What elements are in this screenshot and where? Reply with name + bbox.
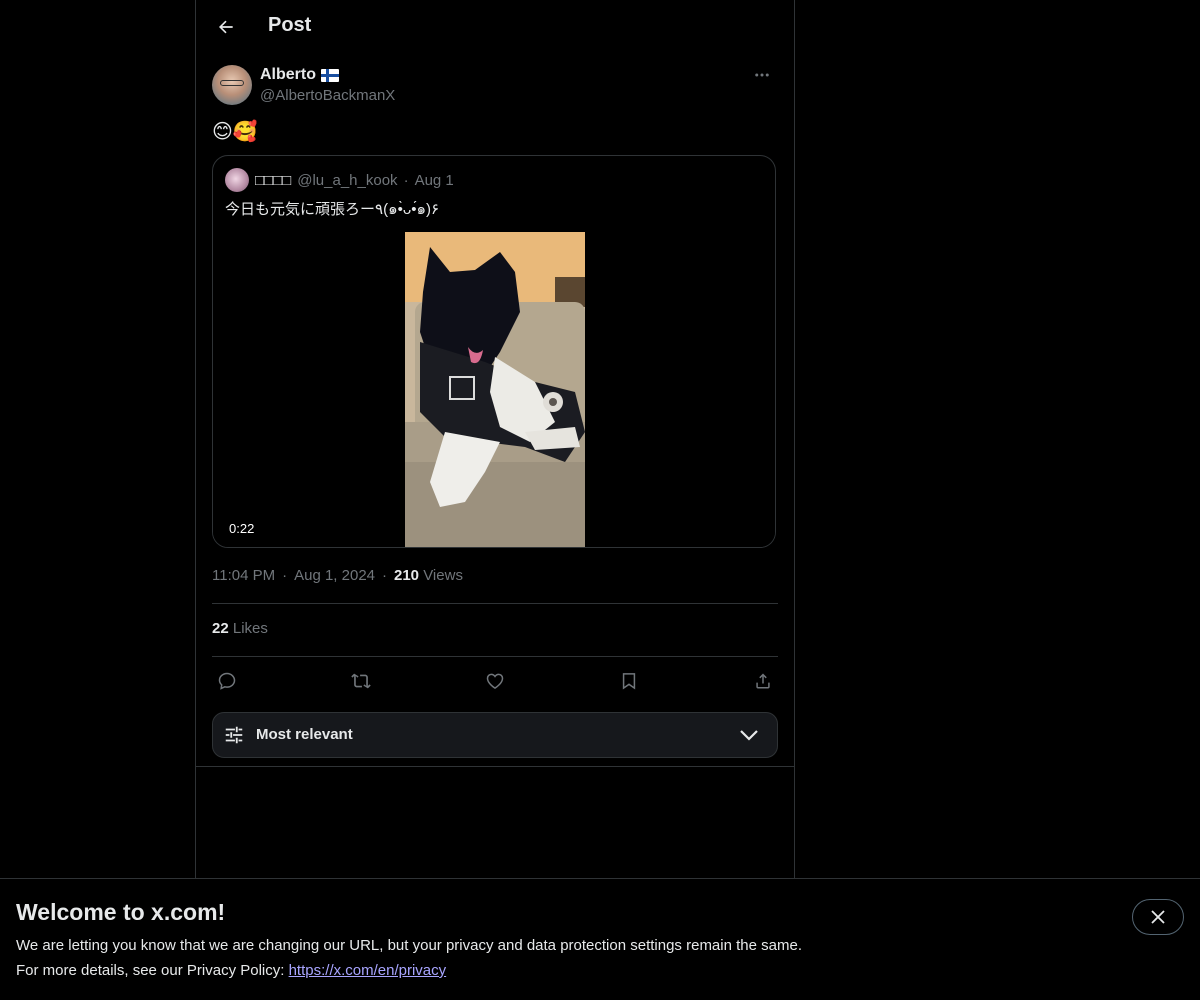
sort-label: Most relevant [256, 726, 353, 743]
page-title: Post [268, 14, 312, 36]
quoted-date: Aug 1 [414, 171, 454, 189]
quoted-post-text: 今日も元気に頑張ろー٩(๑•̀ᴗ•́๑)۶ [225, 201, 440, 218]
quoted-author-name: □□□□ [255, 171, 292, 189]
privacy-policy-link[interactable]: https://x.com/en/privacy [289, 962, 447, 979]
repost-icon [351, 673, 371, 689]
views: 210 Views [394, 567, 463, 584]
close-icon [1151, 910, 1165, 924]
post-date[interactable]: Aug 1, 2024 [294, 567, 375, 584]
reply-sort-dropdown[interactable]: Most relevant [212, 712, 778, 758]
likes-count: 22 [212, 620, 229, 637]
post-text: 😊🥰 [212, 121, 258, 143]
banner-message: We are letting you know that we are chan… [16, 937, 802, 954]
post-meta: 11:04 PM · Aug 1, 2024 · 210 Views [212, 567, 463, 584]
quoted-post[interactable]: □□□□ @lu_a_h_kook · Aug 1 今日も元気に頑張ろー٩(๑•… [212, 155, 776, 548]
quoted-post-header: □□□□ @lu_a_h_kook · Aug 1 [225, 168, 454, 192]
author-handle[interactable]: @AlbertoBackmanX [260, 87, 395, 104]
repost-button[interactable] [346, 666, 376, 696]
reply-icon [218, 672, 236, 690]
video-player[interactable]: 0:22 [213, 232, 775, 547]
banner-title: Welcome to x.com! [16, 899, 226, 925]
quoted-author-avatar [225, 168, 249, 192]
chevron-down-icon [740, 730, 758, 741]
divider [212, 656, 778, 657]
finland-flag-icon [321, 68, 339, 82]
quoted-author-handle: @lu_a_h_kook [297, 171, 398, 189]
banner-privacy-text: For more details, see our Privacy Policy… [16, 962, 289, 979]
back-button[interactable] [208, 9, 244, 45]
video-duration: 0:22 [225, 520, 259, 537]
post-time[interactable]: 11:04 PM [212, 567, 275, 584]
divider [196, 766, 794, 767]
reply-button[interactable] [212, 666, 242, 696]
banner-privacy-line: For more details, see our Privacy Policy… [16, 962, 446, 979]
likes-label: Likes [232, 620, 268, 637]
divider [212, 603, 778, 604]
bookmark-icon [622, 673, 636, 690]
author-name-row[interactable]: Alberto [260, 66, 339, 84]
like-button[interactable] [480, 666, 510, 696]
post-author: Alberto @AlbertoBackmanX [212, 64, 778, 108]
more-options-button[interactable] [746, 64, 778, 86]
views-count: 210 [394, 567, 420, 584]
post-column: Post Alberto @AlbertoBackmanX 😊🥰 □□□□ @l… [195, 0, 795, 878]
bookmark-button[interactable] [614, 666, 644, 696]
sliders-icon [225, 726, 243, 744]
video-thumbnail[interactable] [405, 232, 585, 547]
meta-separator: · [282, 567, 288, 584]
post-header: Post [196, 0, 794, 54]
author-name[interactable]: Alberto [260, 66, 316, 84]
meta-separator: · [382, 567, 387, 584]
heart-icon [486, 673, 504, 689]
views-label: Views [423, 567, 463, 584]
quoted-separator: · [403, 171, 409, 189]
close-banner-button[interactable] [1132, 899, 1184, 935]
author-avatar[interactable] [212, 65, 252, 105]
share-icon [756, 673, 770, 689]
likes-summary[interactable]: 22 Likes [212, 620, 268, 637]
post-actions [212, 666, 778, 696]
more-horizontal-icon [755, 73, 769, 77]
arrow-left-icon [219, 20, 233, 34]
welcome-banner: Welcome to x.com! We are letting you kno… [0, 878, 1200, 1000]
share-button[interactable] [748, 666, 778, 696]
